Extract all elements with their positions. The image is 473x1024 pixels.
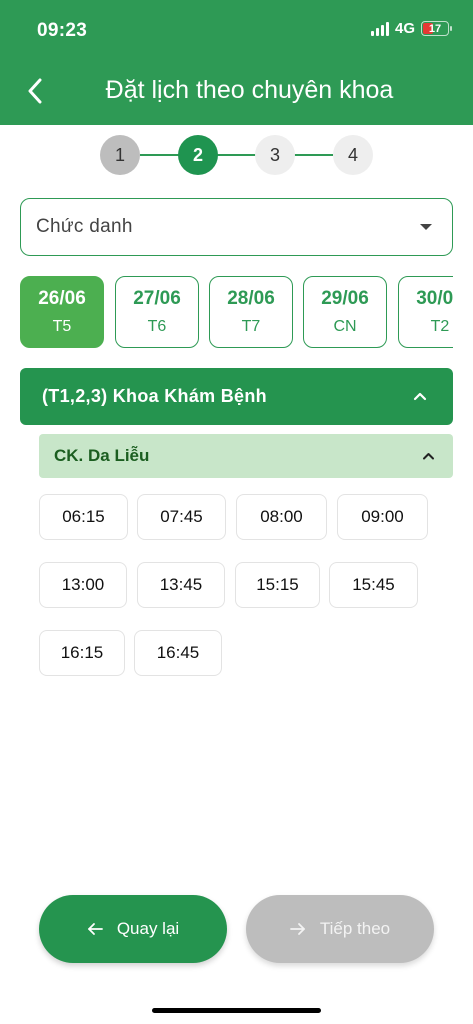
date-chip[interactable]: 28/06 T7 [209,276,293,348]
arrow-right-icon [289,923,305,935]
battery-icon: 17 [421,21,452,36]
date-chip-weekday: CN [333,318,357,335]
next-step-button[interactable]: Tiếp theo [246,895,434,963]
date-chip-weekday: T6 [147,318,167,335]
battery-level: 17 [428,22,442,35]
date-chip[interactable]: 26/06 T5 [20,276,104,348]
time-slot[interactable]: 16:15 [39,630,125,676]
step-connector [140,154,179,156]
date-chip-date: 26/06 [38,288,86,309]
time-slot[interactable]: 07:45 [137,494,226,540]
department-name: (T1,2,3) Khoa Khám Bệnh [42,386,267,406]
department-accordion[interactable]: (T1,2,3) Khoa Khám Bệnh [20,368,453,425]
back-step-label: Quay lại [116,919,180,938]
time-slot[interactable]: 13:45 [137,562,225,608]
caret-down-icon [420,224,432,230]
date-chip-date: 29/06 [321,288,369,309]
time-slot[interactable]: 16:45 [134,630,222,676]
date-selector[interactable]: 26/06 T5 27/06 T6 28/06 T7 29/06 CN 30/0… [20,276,453,348]
date-chip-weekday: T5 [52,318,72,335]
home-indicator[interactable] [152,1008,321,1013]
specialty-name: CK. Da Liễu [54,446,150,465]
date-chip-weekday: T7 [241,318,261,335]
status-icons: 4G 17 [370,20,452,37]
specialty-accordion[interactable]: CK. Da Liễu [39,434,453,478]
step-1: 1 [100,135,140,175]
chevron-up-icon [423,453,434,460]
network-type: 4G [394,20,415,37]
step-indicator: 1 2 3 4 [100,135,373,175]
step-3: 3 [255,135,295,175]
title-dropdown-value: Chức danh [36,216,133,237]
app-header: 09:23 4G 17 Đặt lịch theo chuyên khoa [0,0,473,125]
date-chip-date: 30/06 [416,288,453,309]
signal-icon [370,21,389,36]
time-slot[interactable]: 13:00 [39,562,127,608]
date-chip-date: 27/06 [133,288,181,309]
step-4: 4 [333,135,373,175]
title-dropdown[interactable]: Chức danh [20,198,453,256]
step-2: 2 [178,135,218,175]
chevron-up-icon [413,392,427,401]
time-slot[interactable]: 08:00 [236,494,327,540]
time-slot[interactable]: 06:15 [39,494,128,540]
date-chip[interactable]: 30/06 T2 [398,276,453,348]
page-title: Đặt lịch theo chuyên khoa [105,76,394,104]
step-connector [294,154,333,156]
arrow-left-icon [87,923,103,935]
next-step-label: Tiếp theo [319,919,391,938]
time-slot[interactable]: 15:15 [235,562,320,608]
date-chip[interactable]: 27/06 T6 [115,276,199,348]
time-slot[interactable]: 09:00 [337,494,428,540]
back-step-button[interactable]: Quay lại [39,895,227,963]
date-chip[interactable]: 29/06 CN [303,276,387,348]
status-time: 09:23 [37,20,88,41]
date-chip-weekday: T2 [430,318,450,335]
date-chip-date: 28/06 [227,288,275,309]
time-slot[interactable]: 15:45 [329,562,418,608]
step-connector [217,154,256,156]
